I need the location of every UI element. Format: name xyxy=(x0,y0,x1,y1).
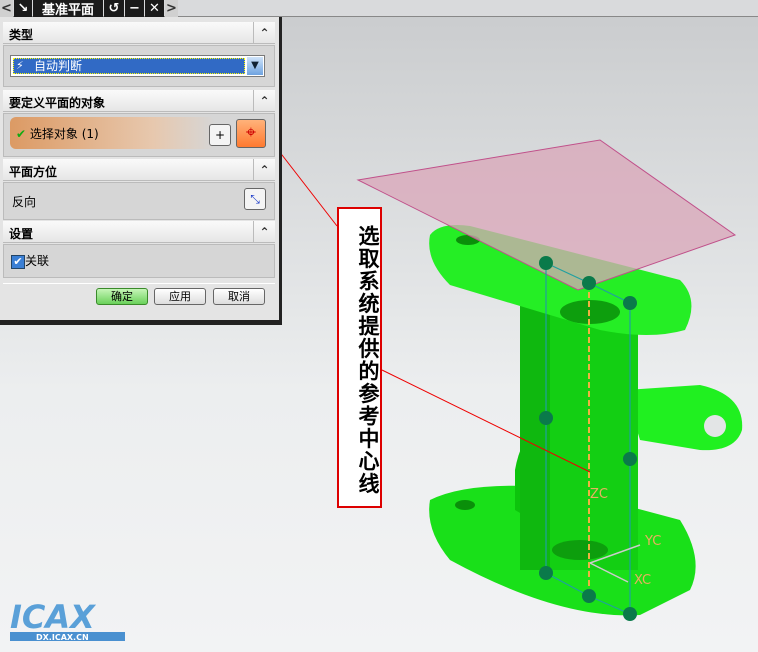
nav-right-button[interactable]: > xyxy=(165,0,178,17)
dialog-icon: ↘ xyxy=(14,0,32,17)
nav-left-button[interactable]: < xyxy=(0,0,13,17)
collapse-icon[interactable]: ⌃ xyxy=(253,221,275,243)
dialog-title: 基准平面 xyxy=(33,0,103,18)
section-orientation-header[interactable]: 平面方位 ⌃ xyxy=(3,159,275,181)
cancel-button[interactable]: 取消 xyxy=(213,288,265,305)
dropdown-value: 自动判断 xyxy=(13,58,245,74)
type-dropdown[interactable]: 自动判断 ⚡ ▼ xyxy=(10,55,265,77)
axis-label-y: YC xyxy=(644,534,661,549)
reverse-direction-button[interactable]: ⤡ xyxy=(244,188,266,210)
associative-checkbox[interactable]: ✔ xyxy=(11,254,25,269)
handle-spheres[interactable] xyxy=(539,256,637,621)
section-orientation-body: 反向 xyxy=(3,182,275,220)
check-icon: ✔ xyxy=(16,127,27,141)
section-title: 要定义平面的对象 xyxy=(9,96,106,110)
select-object-row[interactable]: ✔ 选择对象 (1) xyxy=(10,117,215,149)
section-settings-body: ✔ 关联 xyxy=(3,244,275,278)
collapse-icon[interactable]: ⌃ xyxy=(253,159,275,181)
axis-label-z: ZC xyxy=(590,487,608,502)
add-object-button[interactable]: + xyxy=(209,124,231,146)
section-title: 类型 xyxy=(9,28,34,42)
ok-button[interactable]: 确定 xyxy=(96,288,148,305)
svg-text:DX.ICAX.CN: DX.ICAX.CN xyxy=(36,633,89,642)
collapse-icon[interactable]: ⌃ xyxy=(253,90,275,112)
datum-plane-dialog: 类型 ⌃ 自动判断 ⚡ ▼ 要定义平面的对象 ⌃ ✔ 选择对象 (1) + ⌖ 平面方位… xyxy=(0,17,282,325)
part-model xyxy=(429,225,743,616)
reverse-label: 反向 xyxy=(12,195,37,209)
divider xyxy=(3,283,275,284)
svg-text:ICAX: ICAX xyxy=(10,598,96,636)
section-objects-header[interactable]: 要定义平面的对象 ⌃ xyxy=(3,90,275,112)
annotation-callout: 选取系统提供的参考中心线 xyxy=(337,207,382,508)
select-object-label: 选择对象 (1) xyxy=(29,127,99,141)
axis-label-x: XC xyxy=(634,573,651,588)
section-title: 平面方位 xyxy=(9,165,58,179)
section-type-header[interactable]: 类型 ⌃ xyxy=(3,22,275,44)
auto-infer-icon: ⚡ xyxy=(16,59,24,72)
chevron-down-icon[interactable]: ▼ xyxy=(247,57,263,75)
section-title: 设置 xyxy=(9,227,34,241)
section-settings-header[interactable]: 设置 ⌃ xyxy=(3,221,275,243)
minimize-button[interactable]: − xyxy=(125,0,144,17)
title-bar: < ↘ 基准平面 ↺ − ✕ > xyxy=(0,0,758,18)
collapse-icon[interactable]: ⌃ xyxy=(253,22,275,44)
bounding-lines xyxy=(545,262,631,615)
datum-plane[interactable] xyxy=(356,139,737,291)
icax-logo: ICAX DX.ICAX.CN xyxy=(10,598,125,642)
associative-label: 关联 xyxy=(25,254,50,268)
close-button[interactable]: ✕ xyxy=(145,0,164,17)
reset-button[interactable]: ↺ xyxy=(104,0,124,17)
apply-button[interactable]: 应用 xyxy=(154,288,206,305)
crosshair-select-button[interactable]: ⌖ xyxy=(236,119,266,148)
leader-line xyxy=(381,369,591,473)
wcs-triad xyxy=(589,544,641,583)
